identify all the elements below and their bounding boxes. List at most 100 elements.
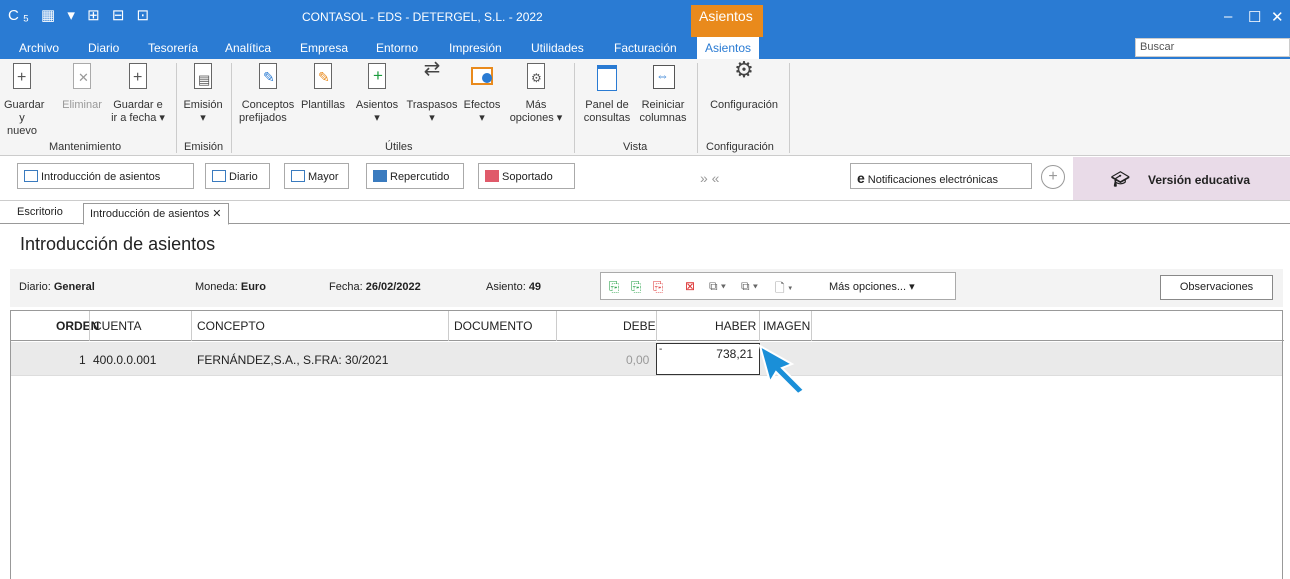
group-mantenimiento-label: Mantenimiento [49,141,122,153]
tab-introduccion-asientos[interactable]: Introducción de asientos ✕ [83,203,229,225]
menu-archivo[interactable]: Archivo [19,41,59,55]
conceptos-prefijados-button[interactable]: ✎ Conceptos prefijados [239,63,297,125]
search-input[interactable]: Buscar [1135,38,1290,57]
soportado-icon [485,170,499,182]
menu-bar: Archivo Diario Tesorería Analítica Empre… [0,37,1290,59]
cell-cuenta[interactable]: 400.0.0.001 [93,353,156,367]
cell-orden: 1 [79,353,86,367]
cell-concepto[interactable]: FERNÁNDEZ,S.A., S.FRA: 30/2021 [197,353,388,367]
cell-debe[interactable]: 0,00 [626,353,649,367]
menu-utilidades[interactable]: Utilidades [531,41,584,55]
notificaciones-button[interactable]: e Notificaciones electrónicas [850,163,1032,189]
panel-consultas-button[interactable]: Panel de consultas [581,63,633,125]
tab-escritorio[interactable]: Escritorio [17,206,63,218]
document-plus-icon: + [364,63,390,95]
menu-asientos[interactable]: Asientos [697,37,760,59]
column-header-haber[interactable]: HABER [715,319,756,333]
ribbon-separator [574,63,575,153]
document-icon [24,170,38,182]
clear-rows-icon[interactable]: ⊠ [685,279,695,293]
effects-icon [469,63,495,95]
close-icon[interactable]: ✕ [1271,8,1284,26]
attach-document-icon[interactable]: 🗋︎ ▾ [775,279,792,300]
column-header-concepto[interactable]: CONCEPTO [197,319,265,333]
add-circle-icon[interactable]: + [1041,165,1065,189]
soportado-label: Soportado [502,171,553,183]
soportado-button[interactable]: Soportado [478,163,575,189]
transfer-arrows-icon: ⇄ [423,58,441,80]
column-header-debe[interactable]: DEBE [623,319,656,333]
panel-label-1: Panel de [585,99,629,111]
menu-impresion[interactable]: Impresión [449,41,502,55]
ribbon-separator [789,63,790,153]
group-vista-label: Vista [623,141,648,153]
panel-label-2: consultas [583,112,631,124]
insert-row-icon[interactable]: ⎘ [609,279,619,295]
traspasos-button[interactable]: ⇄ Traspasos ▾ [404,58,460,125]
mas-label-1: Más [525,99,547,111]
context-tab-asientos[interactable]: Asientos [691,5,763,37]
paste-row-icon[interactable]: ⧉ ▾ [741,279,758,294]
e-notification-icon: e [857,170,865,186]
efectos-button[interactable]: Efectos ▾ [462,63,502,125]
ribbon-separator [697,63,698,153]
mas-opciones-button[interactable]: ⚙ Más opciones ▾ [508,63,564,125]
mas-opciones-dropdown[interactable]: Más opciones... ▾ [829,280,915,293]
menu-diario[interactable]: Diario [88,41,119,55]
introduccion-label: Introducción de asientos [41,171,161,183]
conceptos-label-1: Conceptos [241,99,295,111]
collapse-chevrons-icon[interactable]: » « [700,170,719,186]
menu-tesoreria[interactable]: Tesorería [148,41,198,55]
diario-button[interactable]: Diario [205,163,270,189]
eliminar-button[interactable]: ✕ Eliminar [58,63,106,112]
guardar-nuevo-button[interactable]: + Guardar y nuevo [4,63,45,138]
introduccion-asientos-button[interactable]: Introducción de asientos [17,163,194,189]
guardar-nuevo-label-1: Guardar [4,99,45,111]
mayor-button[interactable]: Mayor [284,163,349,189]
ribbon-separator [231,63,232,153]
reiniciar-columnas-button[interactable]: ⇔ Reiniciar columnas [636,63,690,125]
repercutido-icon [373,170,387,182]
column-header-documento[interactable]: DOCUMENTO [454,319,532,333]
gear-icon: ⚙ [734,57,754,82]
column-header-imagen[interactable]: IMAGEN [763,319,810,333]
printer-icon: ▤ [190,63,216,95]
haber-input[interactable]: -738,21 [656,343,760,375]
emision-button[interactable]: ▤ Emisión ▾ [183,63,223,125]
observaciones-button[interactable]: Observaciones [1160,275,1273,300]
document-calendar-icon: + [125,63,151,95]
plantillas-button[interactable]: ✎ Plantillas [300,63,346,112]
conceptos-label-2: prefijados [239,112,287,124]
asiento-info: Asiento: 49 [486,281,542,293]
emision-label: Emisión [183,99,223,111]
emision-arrow: ▾ [200,112,206,124]
document-tabs: Escritorio Introducción de asientos ✕ [0,201,1290,225]
entry-info-bar: Diario: General Moneda: Euro Fecha: 26/0… [10,269,1283,307]
fecha-info: Fecha: 26/02/2022 [329,281,421,293]
column-header-cuenta[interactable]: CUENTA [93,319,141,333]
guardar-fecha-button[interactable]: + Guardar e ir a fecha ▾ [108,63,168,125]
maximize-icon[interactable]: ☐ [1248,8,1261,26]
minimize-icon[interactable]: – [1224,8,1232,25]
menu-entorno[interactable]: Entorno [376,41,418,55]
menu-analitica[interactable]: Analítica [225,41,271,55]
repercutido-button[interactable]: Repercutido [366,163,464,189]
document-pencil-icon: ✎ [255,63,281,95]
window-title: CONTASOL - EDS - DETERGEL, S.L. - 2022 [302,10,543,24]
insert-row-below-icon[interactable]: ⎘ [631,279,641,295]
guardar-fecha-label-2: ir a fecha ▾ [111,112,165,124]
delete-row-icon[interactable]: ⎘ [653,279,663,295]
asientos-button[interactable]: + Asientos ▾ [353,63,401,125]
menu-empresa[interactable]: Empresa [300,41,348,55]
menu-facturacion[interactable]: Facturación [614,41,677,55]
asientos-label: Asientos [355,99,399,111]
version-educativa-panel: 🎓︎ Versión educativa [1073,157,1290,200]
book-icon [212,170,226,182]
eliminar-label: Eliminar [62,99,102,111]
quick-access-icons[interactable]: C₅ ▦ ▾ ⊞ ⊟ ⊡ [8,6,153,24]
group-utiles-label: Útiles [385,141,413,153]
configuracion-button[interactable]: ⚙ Configuración [705,57,783,112]
copy-row-icon[interactable]: ⧉ ▾ [709,279,726,294]
document-gear-icon: ⚙ [523,63,549,95]
table-row[interactable]: 1 400.0.0.001 FERNÁNDEZ,S.A., S.FRA: 30/… [11,342,1282,376]
